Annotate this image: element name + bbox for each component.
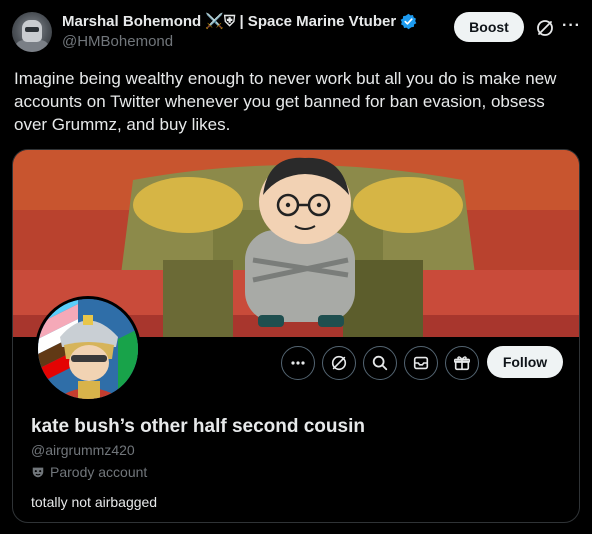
verified-badge-icon (400, 13, 417, 29)
profile-avatar[interactable] (35, 296, 141, 402)
grok-icon[interactable] (535, 18, 555, 38)
author-avatar[interactable] (12, 12, 52, 52)
profile-handle[interactable]: @airgrummz420 (31, 442, 135, 458)
follow-button[interactable]: Follow (487, 346, 563, 378)
tweet-text: Imagine being wealthy enough to never wo… (14, 69, 557, 134)
parody-label: Parody account (50, 464, 148, 480)
profile-card[interactable]: Follow kate bush’s other half second cou… (12, 149, 580, 523)
gift-icon (453, 356, 471, 371)
more-icon (291, 361, 305, 365)
grok-button[interactable] (322, 346, 356, 380)
profile-display-name[interactable]: kate bush’s other half second cousin (31, 416, 365, 438)
parody-label-row: Parody account (31, 464, 147, 480)
boost-button[interactable]: Boost (454, 12, 524, 42)
more-actions-button[interactable] (281, 346, 315, 380)
message-icon (413, 356, 429, 370)
search-button[interactable] (363, 346, 397, 380)
message-button[interactable] (404, 346, 438, 380)
author-handle[interactable]: @HMBohemond (62, 33, 173, 50)
more-options-icon[interactable]: ··· (562, 17, 580, 37)
search-icon (372, 355, 388, 371)
avatar-visor (25, 27, 39, 32)
grok-icon (331, 355, 347, 371)
profile-bio: totally not airbagged (31, 494, 158, 510)
author-name-row: Marshal Bohemond ⚔️⛨ | Space Marine Vtub… (62, 12, 417, 30)
gift-button[interactable] (445, 346, 479, 380)
author-name[interactable]: Marshal Bohemond ⚔️⛨ | Space Marine Vtub… (62, 12, 396, 30)
parody-mask-icon (32, 467, 44, 478)
